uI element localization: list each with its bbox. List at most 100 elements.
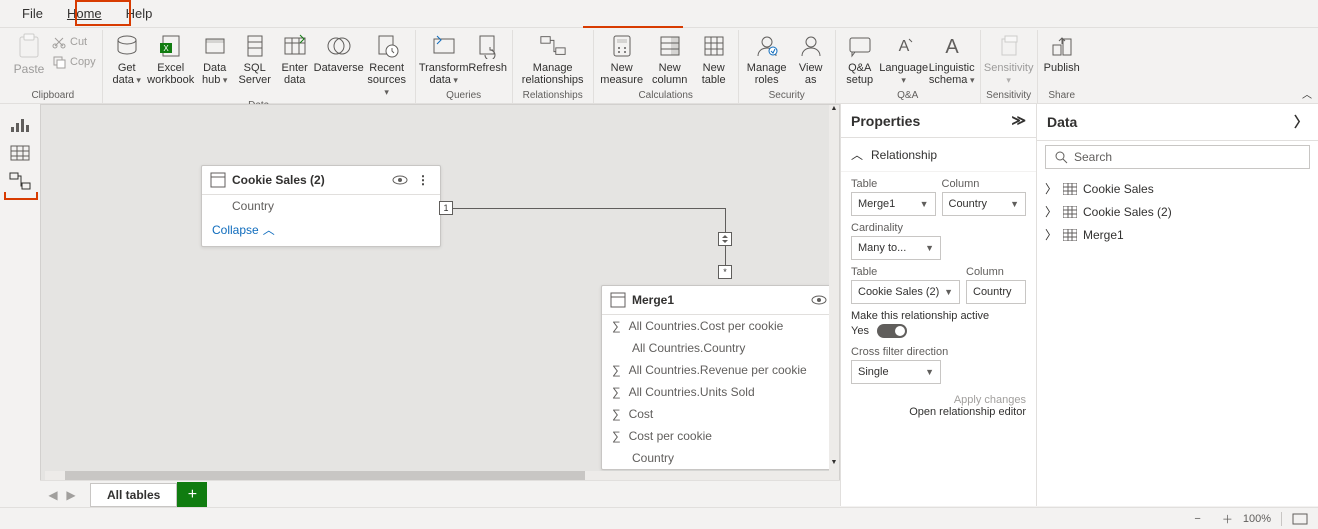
toggle-label: Yes bbox=[851, 325, 869, 337]
paste-button[interactable]: Paste bbox=[8, 30, 50, 76]
excel-workbook-button[interactable]: X Excel workbook bbox=[147, 30, 195, 86]
data-tree: 〉 Cookie Sales 〉 Cookie Sales (2) 〉 Merg… bbox=[1037, 173, 1318, 250]
ribbon-group-label: Sensitivity bbox=[986, 88, 1031, 103]
collapse-panel-icon[interactable]: ≫ bbox=[1011, 112, 1026, 129]
enter-data-button[interactable]: Enter data bbox=[275, 30, 315, 86]
menu-file[interactable]: File bbox=[10, 2, 55, 25]
model-table-merge1[interactable]: Merge1 ∑All Countries.Cost per cookie Al… bbox=[601, 285, 836, 470]
canvas-v-scrollbar[interactable]: ▲ ▼ bbox=[829, 105, 839, 483]
model-field[interactable]: ∑Cost per cookie bbox=[602, 425, 835, 447]
panel-title: Data bbox=[1047, 114, 1077, 130]
model-field[interactable]: ∑Cost bbox=[602, 403, 835, 425]
highlight-home bbox=[75, 0, 131, 26]
cut-button[interactable]: Cut bbox=[52, 32, 96, 52]
copy-button[interactable]: Copy bbox=[52, 52, 96, 72]
model-table-title: Cookie Sales (2) bbox=[232, 173, 325, 187]
get-data-button[interactable]: Get data bbox=[107, 30, 147, 86]
chevron-right-icon: 〉 bbox=[1045, 180, 1057, 197]
relationship-many-badge: * bbox=[718, 265, 732, 279]
cross-filter-dropdown[interactable]: Single▼ bbox=[851, 360, 941, 384]
menu-bar: File Home Help bbox=[0, 0, 1318, 28]
fit-to-page-button[interactable] bbox=[1292, 513, 1308, 525]
open-relationship-editor-link[interactable]: Open relationship editor bbox=[851, 406, 1026, 418]
ribbon-group-label: Calculations bbox=[638, 88, 692, 103]
refresh-button[interactable]: Refresh bbox=[468, 30, 508, 74]
collapse-link[interactable]: Collapse ︿ bbox=[202, 217, 440, 246]
model-field[interactable]: All Countries.Country bbox=[602, 337, 835, 359]
canvas-tabs: ◀ ▶ All tables + bbox=[40, 480, 840, 508]
data-tree-node[interactable]: 〉 Cookie Sales (2) bbox=[1045, 200, 1310, 223]
ribbon-collapse-icon[interactable]: ︿ bbox=[1302, 86, 1312, 101]
manage-roles-button[interactable]: Manage roles bbox=[743, 30, 791, 86]
sigma-icon: ∑ bbox=[612, 363, 621, 377]
ribbon-group-clipboard: Paste Cut Copy Clipboard bbox=[4, 30, 103, 103]
publish-button[interactable]: Publish bbox=[1042, 30, 1082, 74]
model-field[interactable]: Country bbox=[202, 195, 440, 217]
report-view-button[interactable] bbox=[6, 114, 34, 136]
table1-dropdown[interactable]: Merge1▼ bbox=[851, 192, 936, 216]
form-label: Table bbox=[851, 266, 960, 278]
model-field[interactable]: Country bbox=[602, 447, 835, 469]
expand-panel-icon[interactable]: 〉 bbox=[1294, 112, 1308, 132]
table-icon bbox=[1063, 229, 1077, 241]
model-field[interactable]: ∑All Countries.Revenue per cookie bbox=[602, 359, 835, 381]
relationship-line[interactable] bbox=[453, 208, 725, 209]
table-icon bbox=[610, 292, 626, 308]
language-button[interactable]: A Language bbox=[880, 30, 928, 86]
ribbon: Paste Cut Copy Clipboard Get data bbox=[0, 28, 1318, 104]
sigma-icon: ∑ bbox=[612, 319, 621, 333]
search-input[interactable]: Search bbox=[1045, 145, 1310, 169]
add-tab-button[interactable]: + bbox=[177, 482, 207, 508]
new-measure-button[interactable]: New measure bbox=[598, 30, 646, 86]
eye-icon[interactable] bbox=[392, 174, 408, 186]
panel-title: Properties bbox=[851, 113, 920, 129]
model-field[interactable]: ∑All Countries.Units Sold bbox=[602, 381, 835, 403]
qa-setup-button[interactable]: Q&A setup bbox=[840, 30, 880, 86]
data-hub-button[interactable]: Data hub bbox=[195, 30, 235, 86]
sigma-icon: ∑ bbox=[612, 385, 621, 399]
form-label: Column bbox=[966, 266, 1026, 278]
tab-all-tables[interactable]: All tables bbox=[90, 483, 177, 507]
recent-sources-button[interactable]: Recent sources bbox=[363, 30, 411, 98]
manage-relationships-button[interactable]: Manage relationships bbox=[517, 30, 589, 86]
transform-data-button[interactable]: Transform data bbox=[420, 30, 468, 86]
ribbon-group-queries: Transform data Refresh Queries bbox=[416, 30, 513, 103]
table2-dropdown[interactable]: Cookie Sales (2)▼ bbox=[851, 280, 960, 304]
zoom-in-button[interactable]: ＋ bbox=[1222, 511, 1233, 527]
ribbon-group-data: Get data X Excel workbook Data hub SQL S… bbox=[103, 30, 416, 103]
model-view-button[interactable] bbox=[6, 170, 34, 192]
ribbon-group-security: Manage roles View as Security bbox=[739, 30, 836, 103]
ribbon-group-label: Queries bbox=[446, 88, 481, 103]
model-field[interactable]: ∑All Countries.Cost per cookie bbox=[602, 315, 835, 337]
ribbon-group-share: Publish Share bbox=[1038, 30, 1086, 103]
data-tree-node[interactable]: 〉 Merge1 bbox=[1045, 223, 1310, 246]
new-column-button[interactable]: New column bbox=[646, 30, 694, 86]
data-tree-node[interactable]: 〉 Cookie Sales bbox=[1045, 177, 1310, 200]
data-view-button[interactable] bbox=[6, 142, 34, 164]
new-table-button[interactable]: New table bbox=[694, 30, 734, 86]
model-canvas[interactable]: Cookie Sales (2) ⋮ Country Collapse ︿ 1 … bbox=[40, 104, 840, 484]
form-label: Table bbox=[851, 178, 936, 190]
ribbon-group-label: Q&A bbox=[897, 88, 918, 103]
ribbon-group-label: Clipboard bbox=[31, 88, 74, 103]
column2-dropdown[interactable]: Country bbox=[966, 280, 1026, 304]
svg-text:X: X bbox=[163, 44, 169, 53]
view-as-button[interactable]: View as bbox=[791, 30, 831, 86]
dataverse-button[interactable]: Dataverse bbox=[315, 30, 363, 74]
model-table-title: Merge1 bbox=[632, 293, 674, 307]
sql-server-button[interactable]: SQL Server bbox=[235, 30, 275, 86]
tab-next-button[interactable]: ▶ bbox=[62, 486, 80, 504]
zoom-out-button[interactable]: − bbox=[1194, 513, 1200, 525]
eye-icon[interactable] bbox=[811, 294, 827, 306]
properties-section-header[interactable]: ︿ Relationship bbox=[841, 138, 1036, 172]
ribbon-group-label: Share bbox=[1048, 88, 1075, 103]
form-label: Cardinality bbox=[851, 222, 1026, 234]
linguistic-schema-button[interactable]: A Linguistic schema bbox=[928, 30, 976, 86]
model-table-cookie-sales-2[interactable]: Cookie Sales (2) ⋮ Country Collapse ︿ bbox=[201, 165, 441, 247]
tab-prev-button[interactable]: ◀ bbox=[44, 486, 62, 504]
relationship-filter-badge[interactable] bbox=[718, 232, 732, 246]
cardinality-dropdown[interactable]: Many to...▼ bbox=[851, 236, 941, 260]
more-options-icon[interactable]: ⋮ bbox=[414, 173, 432, 187]
active-toggle[interactable] bbox=[877, 324, 907, 338]
column1-dropdown[interactable]: Country▼ bbox=[942, 192, 1027, 216]
